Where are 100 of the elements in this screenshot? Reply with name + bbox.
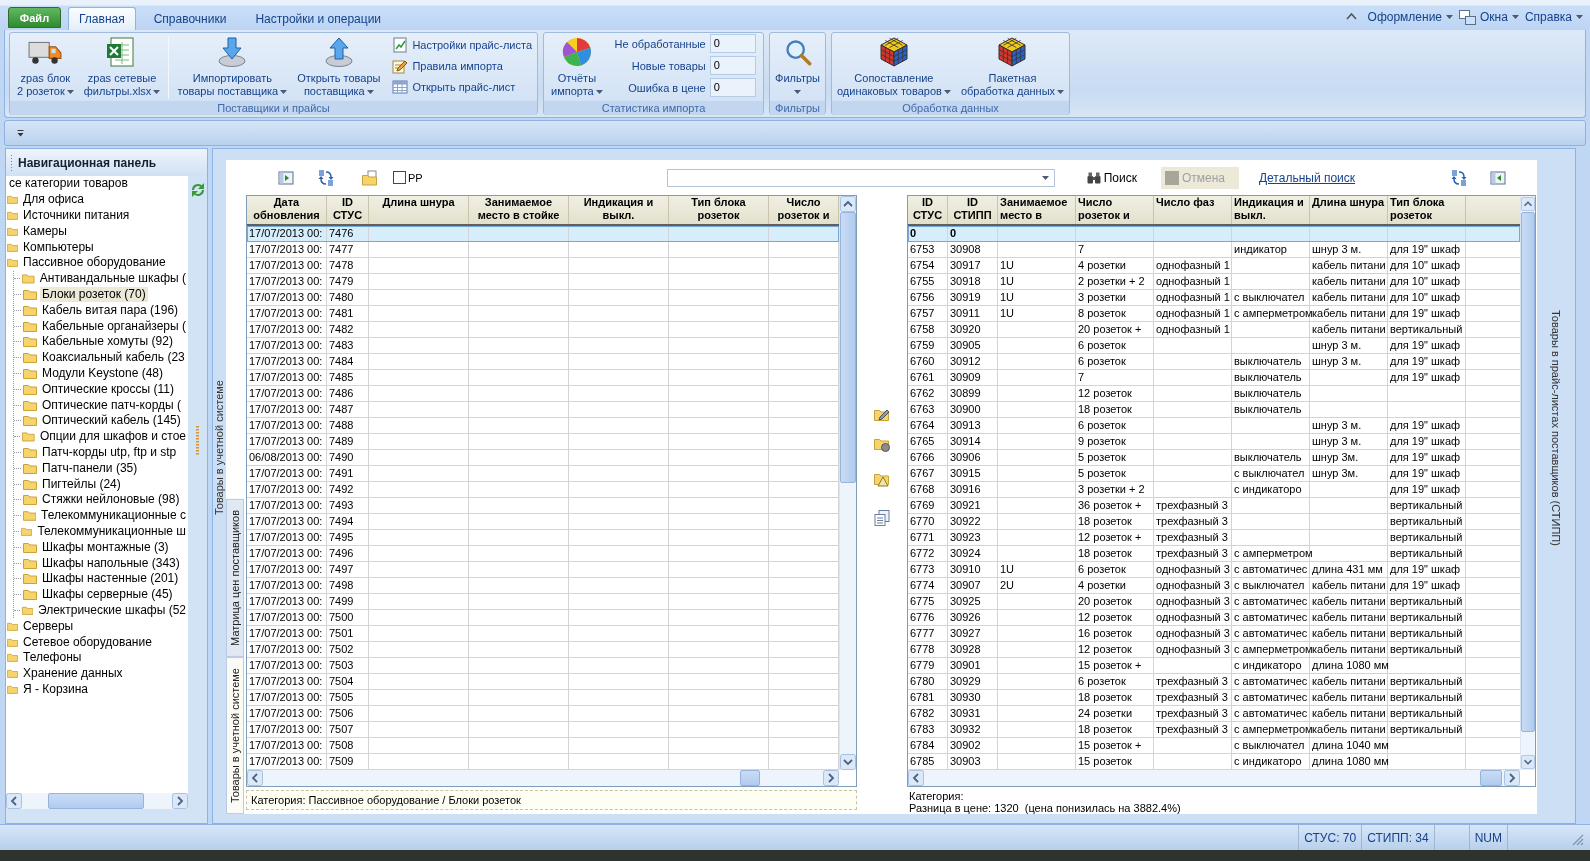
tree-item[interactable]: Для офиса	[21, 192, 86, 208]
table-row[interactable]: 6759 30905 6 розеток шнур 3 м. для 19" шкаф	[908, 338, 1520, 354]
table-row[interactable]: 17/07/2013 00: 7486	[247, 386, 839, 402]
scroll-right-button[interactable]	[1504, 770, 1520, 786]
table-row[interactable]: 6781 30930 18 розеток трехфазный 3 с автоматичес кабель питани вертикальный	[908, 690, 1520, 706]
tree-item[interactable]: Патч-панели (35)	[40, 460, 140, 476]
scroll-left-button[interactable]	[908, 770, 924, 786]
tree-item[interactable]: Телекоммуникационные ш	[35, 523, 188, 539]
tree-item[interactable]: Кабель витая пара (196)	[40, 302, 181, 318]
horizontal-scrollbar[interactable]	[6, 793, 188, 809]
table-row[interactable]: 17/07/2013 00: 7482	[247, 322, 839, 338]
ribbon-button[interactable]: Фильтры	[770, 33, 825, 101]
tree-item[interactable]: Оптический кабель (145)	[40, 413, 183, 429]
ribbon-tab[interactable]: Главная	[68, 7, 136, 30]
tree-item[interactable]: Источники питания	[21, 208, 132, 223]
table-row[interactable]: 17/07/2013 00: 7500	[247, 610, 839, 626]
stat-field[interactable]: 0	[709, 34, 756, 53]
horizontal-scrollbar[interactable]	[908, 770, 1520, 786]
scroll-left-button[interactable]	[247, 770, 263, 786]
column-header[interactable]: Длина шнура	[369, 196, 469, 224]
table-row[interactable]: 6760 30912 6 розеток выключатель шнур 3 м. для 19" шкаф	[908, 354, 1520, 370]
column-header[interactable]: Число фаз	[1154, 196, 1232, 224]
folder-badge-icon[interactable]	[874, 436, 890, 452]
table-row[interactable]: 17/07/2013 00: 7484	[247, 354, 839, 370]
scroll-right-button[interactable]	[823, 770, 839, 786]
table-row[interactable]: 17/07/2013 00: 7477	[247, 242, 839, 258]
grip-icon[interactable]	[195, 426, 200, 456]
refresh-icon[interactable]	[189, 182, 206, 198]
table-row[interactable]: 17/07/2013 00: 7495	[247, 530, 839, 546]
table-row[interactable]: 6777 30927 16 розеток однофазный 3 с автоматичес кабель питани вертикальный	[908, 626, 1520, 642]
table-row[interactable]: 6770 30922 18 розеток трехфазный 3 вертикальный	[908, 514, 1520, 530]
table-row[interactable]: 6784 30902 15 розеток + с выключател длина 1040 мм	[908, 738, 1520, 754]
scrollbar-thumb[interactable]	[740, 770, 760, 786]
scrollbar-thumb[interactable]	[48, 793, 144, 809]
table-row[interactable]: 17/07/2013 00: 7492	[247, 482, 839, 498]
table-row[interactable]: 6755 30918 1U 2 розетки + 2 однофазный 1 кабель питани для 10" шкаф	[908, 274, 1520, 290]
view-tab[interactable]: Матрица цен поставщиков	[226, 499, 244, 657]
table-row[interactable]: 17/07/2013 00: 7485	[247, 370, 839, 386]
search-button[interactable]: Поиск	[1082, 166, 1141, 189]
chevron-up-icon[interactable]	[1345, 12, 1357, 20]
column-header[interactable]: Тип блока розеток	[669, 196, 769, 224]
table-row[interactable]: 17/07/2013 00: 7481	[247, 306, 839, 322]
scrollbar-thumb[interactable]	[840, 212, 856, 483]
table-row[interactable]: 6773 30910 1U 6 розеток однофазный 3 с автоматичес длина 431 мм для 19" шкаф	[908, 562, 1520, 578]
scroll-up-button[interactable]	[840, 196, 856, 212]
table-row[interactable]: 6774 30907 2U 4 розетки однофазный 3 с выключател кабель питани для 19" шкаф	[908, 578, 1520, 594]
checkbox[interactable]	[393, 171, 406, 184]
scroll-down-button[interactable]	[840, 754, 856, 770]
column-header[interactable]: Занимаемое место в стойке	[469, 196, 569, 224]
column-header[interactable]: ID СТУС	[908, 196, 948, 224]
tree-item[interactable]: Камеры	[21, 223, 69, 239]
column-header[interactable]: Дата обновления	[247, 196, 327, 224]
scroll-left-button[interactable]	[6, 793, 22, 809]
table-row[interactable]: 6782 30931 24 розетки трехфазный 3 с автоматичес кабель питани вертикальный	[908, 706, 1520, 722]
scroll-up-button[interactable]	[1521, 196, 1535, 212]
column-header[interactable]: ID СТУС	[327, 196, 369, 224]
table-row[interactable]: 17/07/2013 00: 7497	[247, 562, 839, 578]
table-row[interactable]: 17/07/2013 00: 7478	[247, 258, 839, 274]
table-row[interactable]: 6757 30911 1U 8 розеток однофазный 1 с амперметромкабель питани для 19" шкаф	[908, 306, 1520, 322]
tree-item[interactable]: Шкафы настенные (201)	[40, 571, 181, 587]
tree-item[interactable]: Блоки розеток (70)	[40, 286, 148, 302]
table-row[interactable]: 17/07/2013 00: 7504	[247, 674, 839, 690]
table-row[interactable]: 6768 30916 3 розетки + 2 с индикаторо для 19" шкаф	[908, 482, 1520, 498]
table-row[interactable]: 17/07/2013 00: 7476	[247, 226, 839, 242]
table-row[interactable]: 6761 30909 7 выключатель для 19" шкаф	[908, 370, 1520, 386]
side-panel-tab[interactable]: Товары в учетной системе	[213, 379, 226, 515]
ribbon-button[interactable]: Правила импорта	[389, 55, 535, 76]
ribbon-button[interactable]: Сопоставление одинаковых товаров	[831, 33, 956, 101]
tree-item[interactable]: Кабельные органайзеры (	[40, 318, 188, 334]
table-row[interactable]: 17/07/2013 00: 7494	[247, 514, 839, 530]
ribbon-button[interactable]: Импортировать товары поставщика	[172, 33, 293, 101]
table-row[interactable]: 17/07/2013 00: 7503	[247, 658, 839, 674]
table-row[interactable]: 6769 30921 36 розеток + трехфазный 3 вертикальный	[908, 498, 1520, 514]
menu-button[interactable]: Справка	[1521, 10, 1586, 24]
table-row[interactable]: 6767 30915 5 розеток с выключател шнур 3м. для 19" шкаф	[908, 466, 1520, 482]
scroll-down-button[interactable]	[1521, 754, 1535, 770]
table-row[interactable]: 6780 30929 6 розеток трехфазный 3 с автоматичес кабель питани вертикальный	[908, 674, 1520, 690]
tree-item[interactable]: се категории товаров	[7, 176, 130, 192]
tree-item[interactable]: Хранение данных	[21, 666, 125, 682]
tree-item[interactable]: Опции для шкафов и стое	[37, 429, 188, 445]
table-row[interactable]: 6765 30914 9 розеток шнур 3 м. для 19" шкаф	[908, 434, 1520, 450]
table-row[interactable]: 6783 30932 18 розеток трехфазный 3 с амперметромкабель питани вертикальный	[908, 722, 1520, 738]
ribbon-button[interactable]: Открыть прайс-лист	[389, 76, 535, 97]
scrollbar-thumb[interactable]	[1521, 212, 1535, 732]
column-header[interactable]: Индикация и выкл.	[1232, 196, 1310, 224]
tree-item[interactable]: Компьютеры	[21, 239, 96, 255]
menu-button[interactable]: Оформление	[1364, 10, 1457, 24]
scrollbar-thumb[interactable]	[1480, 770, 1502, 786]
tree-item[interactable]: Серверы	[21, 618, 76, 634]
ribbon-button[interactable]: zpas блок 2 розеток	[12, 33, 79, 101]
table-row[interactable]: 6775 30925 20 розеток однофазный 3 с автоматичес кабель питани вертикальный	[908, 594, 1520, 610]
detailed-search-link[interactable]: Детальный поиск	[1258, 170, 1356, 185]
table-row[interactable]: 06/08/2013 00: 7490	[247, 450, 839, 466]
stat-field[interactable]: 0	[709, 78, 756, 97]
tree-item[interactable]: Модули Keystone (48)	[40, 365, 166, 381]
vertical-scrollbar[interactable]	[1520, 196, 1535, 770]
menu-button[interactable]: Окна	[1456, 9, 1522, 25]
table-row[interactable]: 17/07/2013 00: 7507	[247, 722, 839, 738]
tree-item[interactable]: Патч-корды utp, ftp и stp	[40, 444, 179, 460]
tree-item[interactable]: Шкафы серверные (45)	[40, 587, 175, 603]
